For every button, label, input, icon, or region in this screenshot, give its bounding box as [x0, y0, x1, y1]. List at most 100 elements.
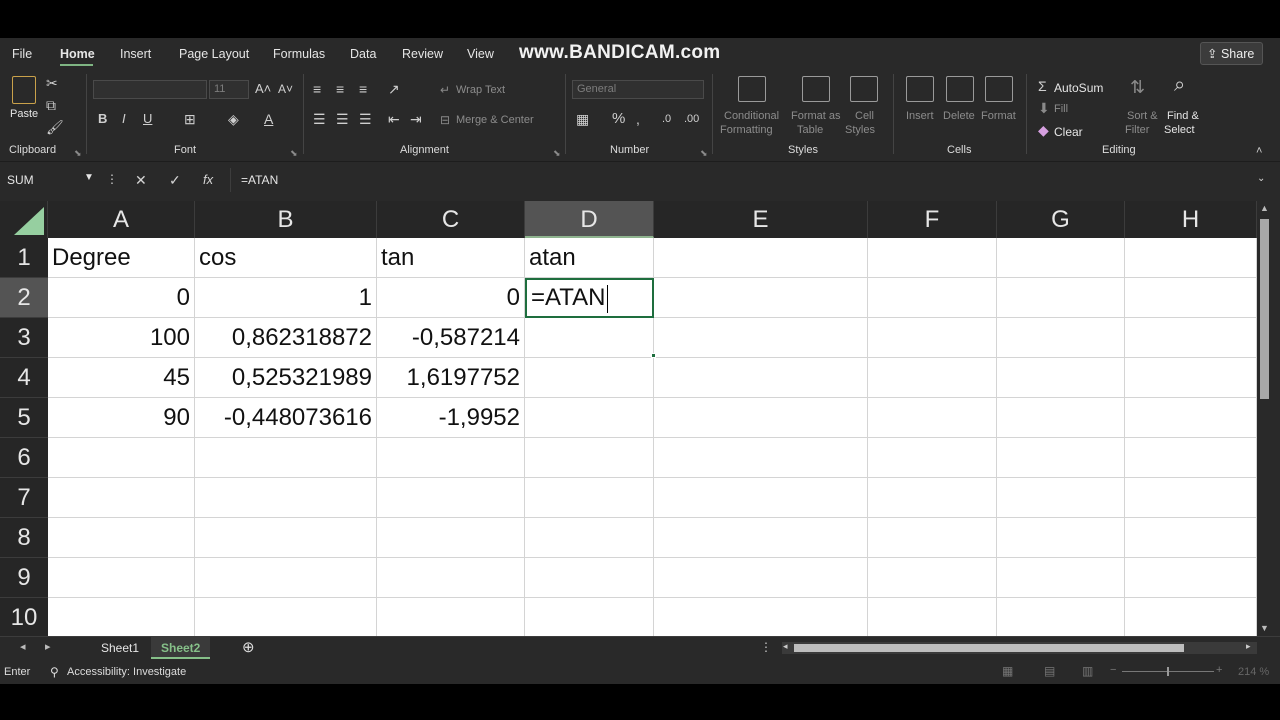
fill-button[interactable]: Fill — [1054, 103, 1068, 115]
italic-button[interactable]: I — [122, 112, 126, 126]
cell-d8[interactable] — [525, 518, 654, 558]
tab-split-icon[interactable]: ⋮ — [760, 640, 772, 654]
tab-data[interactable]: Data — [350, 47, 376, 61]
cell-d6[interactable] — [525, 438, 654, 478]
column-header-d[interactable]: D — [525, 201, 654, 238]
delete-cells-button[interactable]: Delete — [943, 110, 975, 122]
next-sheet-icon[interactable]: ▸ — [45, 640, 51, 653]
cell-f6[interactable] — [868, 438, 997, 478]
format-cells-button[interactable]: Format — [981, 110, 1016, 122]
active-cell-d2[interactable]: =ATAN — [525, 278, 654, 318]
cell-d4[interactable] — [525, 358, 654, 398]
normal-view-icon[interactable]: ▦ — [1002, 664, 1013, 678]
accounting-format-icon[interactable]: ▦ — [576, 112, 589, 126]
borders-icon[interactable]: ⊞ — [184, 112, 196, 126]
cell-a4[interactable]: 45 — [48, 358, 195, 398]
cell-c3[interactable]: -0,587214 — [377, 318, 525, 358]
cell-b1[interactable]: cos — [195, 238, 377, 278]
cell-b6[interactable] — [195, 438, 377, 478]
column-header-b[interactable]: B — [195, 201, 377, 238]
cell-e8[interactable] — [654, 518, 868, 558]
cell-b2[interactable]: 1 — [195, 278, 377, 318]
cell-f2[interactable] — [868, 278, 997, 318]
merge-center-button[interactable]: Merge & Center — [456, 114, 534, 126]
row-header-3[interactable]: 3 — [0, 318, 48, 358]
cell-f7[interactable] — [868, 478, 997, 518]
cell-c5[interactable]: -1,9952 — [377, 398, 525, 438]
cell-e6[interactable] — [654, 438, 868, 478]
find-select-line1[interactable]: Find & — [1167, 110, 1199, 122]
align-right-icon[interactable]: ☰ — [359, 112, 372, 126]
cell-g10[interactable] — [997, 598, 1125, 636]
number-format-dropdown[interactable]: General — [572, 80, 704, 99]
cell-h6[interactable] — [1125, 438, 1257, 478]
cell-c10[interactable] — [377, 598, 525, 636]
decrease-font-icon[interactable]: A˅ — [278, 82, 293, 96]
font-size-dropdown[interactable]: 11 — [209, 80, 249, 99]
sheet-tab-sheet2[interactable]: Sheet2 — [151, 637, 211, 659]
prev-sheet-icon[interactable]: ◂ — [20, 640, 26, 653]
sort-filter-line2[interactable]: Filter — [1125, 124, 1149, 136]
align-middle-icon[interactable]: ≡ — [336, 82, 344, 96]
decrease-decimal-icon[interactable]: .00 — [684, 112, 699, 126]
underline-button[interactable]: U — [143, 112, 152, 126]
bold-button[interactable]: B — [98, 112, 107, 126]
tab-formulas[interactable]: Formulas — [273, 47, 325, 61]
cell-h10[interactable] — [1125, 598, 1257, 636]
column-header-e[interactable]: E — [654, 201, 868, 238]
page-layout-view-icon[interactable]: ▤ — [1044, 664, 1055, 678]
cell-a6[interactable] — [48, 438, 195, 478]
cell-styles-line1[interactable]: Cell — [855, 110, 874, 122]
cell-d7[interactable] — [525, 478, 654, 518]
cell-e10[interactable] — [654, 598, 868, 636]
cell-a10[interactable] — [48, 598, 195, 636]
tab-home[interactable]: Home — [60, 47, 95, 61]
more-options-icon[interactable]: ⋮ — [106, 172, 118, 186]
cell-e3[interactable] — [654, 318, 868, 358]
conditional-formatting-line2[interactable]: Formatting — [720, 124, 773, 136]
name-box-dropdown-icon[interactable]: ▼ — [84, 172, 94, 183]
cell-f8[interactable] — [868, 518, 997, 558]
cell-g8[interactable] — [997, 518, 1125, 558]
horizontal-scrollbar[interactable]: ◂ ▸ — [782, 641, 1257, 654]
cell-d5[interactable] — [525, 398, 654, 438]
insert-function-icon[interactable]: fx — [203, 172, 213, 187]
cell-c2[interactable]: 0 — [377, 278, 525, 318]
scroll-down-icon[interactable]: ▼ — [1260, 623, 1269, 633]
cell-g2[interactable] — [997, 278, 1125, 318]
increase-font-icon[interactable]: A˄ — [255, 82, 271, 96]
formula-input[interactable]: =ATAN — [230, 168, 1270, 192]
column-header-c[interactable]: C — [377, 201, 525, 238]
cell-b9[interactable] — [195, 558, 377, 598]
cell-d1[interactable]: atan — [525, 238, 654, 278]
find-select-line2[interactable]: Select — [1164, 124, 1195, 136]
accessibility-status[interactable]: Accessibility: Investigate — [67, 666, 186, 678]
clear-button[interactable]: Clear — [1054, 125, 1083, 139]
cell-h4[interactable] — [1125, 358, 1257, 398]
cell-e2[interactable] — [654, 278, 868, 318]
row-header-4[interactable]: 4 — [0, 358, 48, 398]
align-top-icon[interactable]: ≡ — [313, 82, 321, 96]
cell-g9[interactable] — [997, 558, 1125, 598]
alignment-launcher-icon[interactable]: ⬊ — [553, 146, 561, 160]
column-header-h[interactable]: H — [1125, 201, 1257, 238]
cell-d10[interactable] — [525, 598, 654, 636]
cell-b4[interactable]: 0,525321989 — [195, 358, 377, 398]
cell-f5[interactable] — [868, 398, 997, 438]
autosum-button[interactable]: AutoSum — [1054, 81, 1103, 95]
cell-styles-line2[interactable]: Styles — [845, 124, 875, 136]
cell-g3[interactable] — [997, 318, 1125, 358]
comma-style-icon[interactable]: , — [636, 112, 640, 126]
row-header-2[interactable]: 2 — [0, 278, 48, 318]
cell-a3[interactable]: 100 — [48, 318, 195, 358]
increase-indent-icon[interactable]: ⇥ — [410, 112, 422, 126]
cell-a5[interactable]: 90 — [48, 398, 195, 438]
expand-formula-bar-icon[interactable]: ⌄ — [1257, 173, 1265, 184]
confirm-entry-icon[interactable]: ✓ — [169, 172, 181, 189]
zoom-in-icon[interactable]: + — [1216, 664, 1222, 676]
cell-a9[interactable] — [48, 558, 195, 598]
orientation-icon[interactable]: ↗ — [388, 82, 400, 96]
zoom-slider-thumb[interactable] — [1167, 667, 1169, 676]
scroll-right-icon[interactable]: ▸ — [1246, 641, 1251, 652]
cell-h1[interactable] — [1125, 238, 1257, 278]
